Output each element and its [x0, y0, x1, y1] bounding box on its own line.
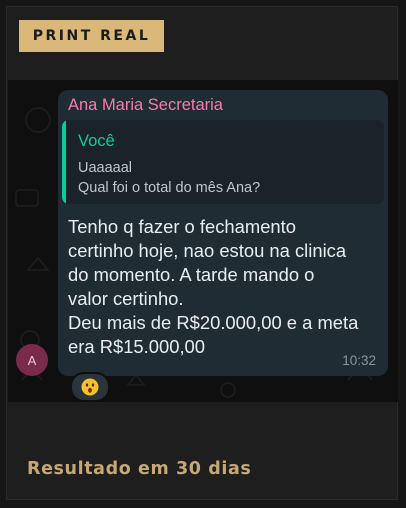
message-line: era R$15.000,00 — [68, 336, 206, 357]
message-line: certinho hoje, nao estou na clinica — [68, 240, 347, 261]
quoted-message[interactable]: Você Uaaaaal Qual foi o total do mês Ana… — [62, 120, 384, 204]
astonished-face-emoji-icon — [81, 378, 99, 396]
message-bubble[interactable]: Ana Maria Secretaria Você Uaaaaal Qual f… — [58, 90, 388, 376]
result-caption: Resultado em 30 dias — [27, 459, 252, 479]
sender-name[interactable]: Ana Maria Secretaria — [68, 96, 223, 115]
print-real-badge: PRINT REAL — [19, 20, 164, 52]
message-line: Deu mais de R$20.000,00 e a meta — [68, 312, 359, 333]
message-line: valor certinho. — [68, 288, 184, 309]
quote-accent-bar — [62, 120, 66, 204]
quoted-author: Você — [78, 132, 115, 150]
message-text: Tenho q fazer o fechamento certinho hoje… — [68, 215, 386, 359]
quoted-line: Qual foi o total do mês Ana? — [78, 180, 261, 196]
message-line: Tenho q fazer o fechamento — [68, 216, 296, 237]
contact-avatar[interactable]: A — [16, 344, 48, 376]
quoted-line: Uaaaaal — [78, 160, 133, 176]
message-line: do momento. A tarde mando o — [68, 264, 315, 285]
message-reaction[interactable] — [70, 372, 110, 402]
message-timestamp: 10:32 — [342, 353, 376, 368]
